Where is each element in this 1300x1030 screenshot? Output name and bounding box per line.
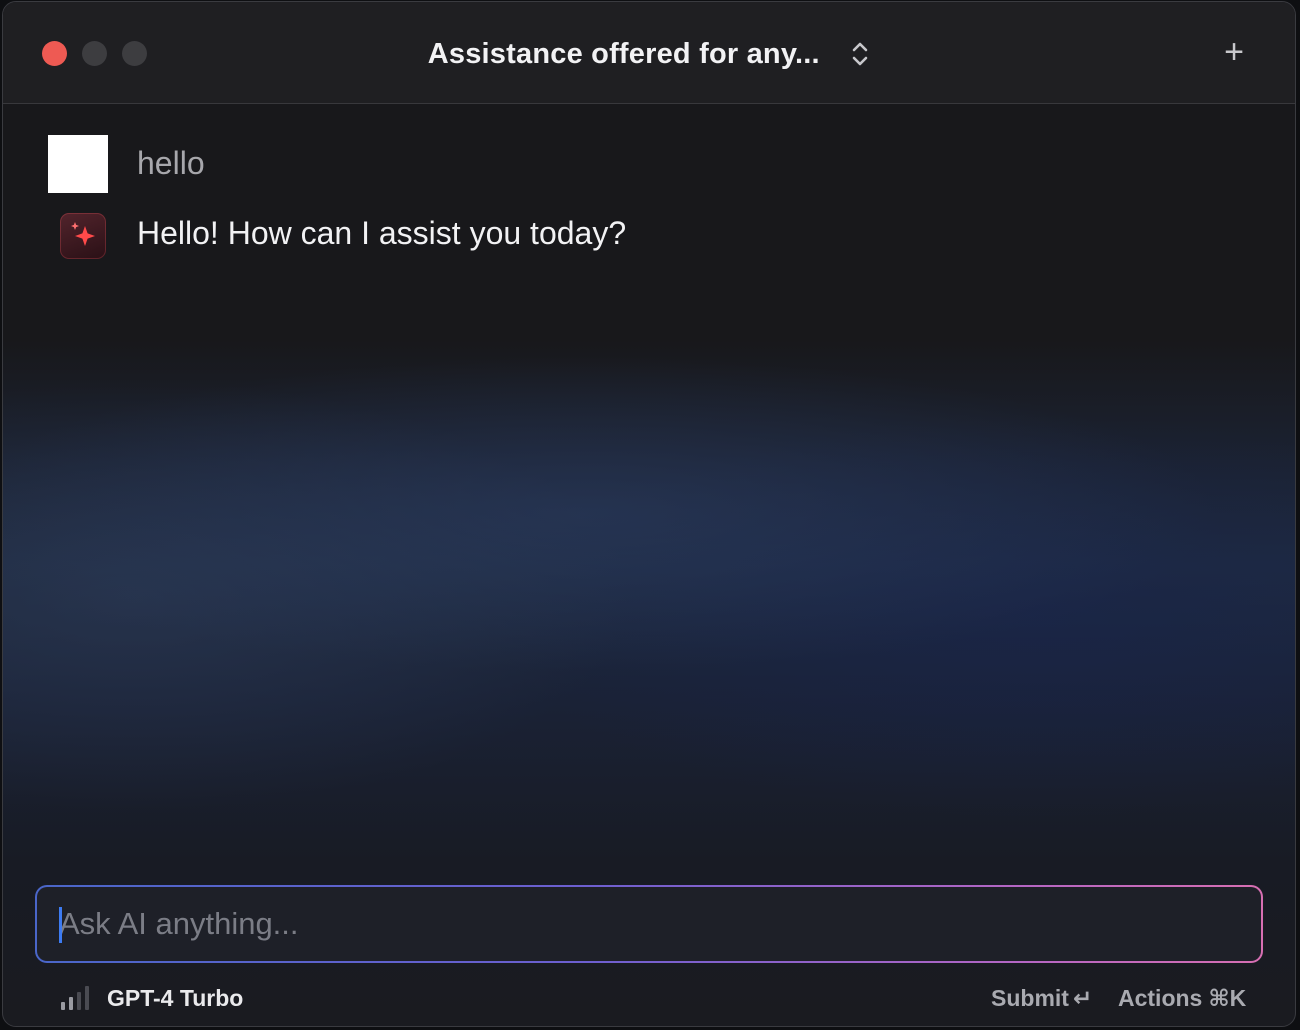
plus-icon: + [1224, 33, 1244, 71]
user-avatar [48, 135, 108, 193]
signal-bars-icon [61, 986, 89, 1010]
composer-footer: GPT-4 Turbo Submit ↵ Actions ⌘K [3, 977, 1295, 1021]
chat-title: Assistance offered for any... [427, 38, 820, 70]
chevron-up-down-icon [850, 39, 870, 69]
return-key-icon: ↵ [1072, 985, 1093, 1011]
text-caret [59, 907, 62, 943]
actions-label: Actions [1118, 985, 1203, 1011]
assistant-message: Hello! How can I assist you today? [48, 207, 1255, 267]
sparkle-icon [71, 222, 95, 246]
composer-border [35, 885, 1263, 963]
chat-title-switcher[interactable]: Assistance offered for any... [3, 32, 1295, 76]
user-message: hello [48, 135, 1255, 195]
assistant-message-text: Hello! How can I assist you today? [137, 215, 627, 251]
submit-label: Submit [991, 985, 1069, 1011]
title-bar: Assistance offered for any... + [3, 2, 1295, 104]
new-chat-button[interactable]: + [1217, 35, 1251, 69]
actions-shortcut: ⌘K [1208, 985, 1247, 1011]
user-message-text: hello [137, 145, 205, 181]
ask-ai-input[interactable] [59, 887, 1239, 961]
model-selector[interactable]: GPT-4 Turbo [107, 985, 243, 1012]
assistant-avatar [60, 213, 106, 259]
submit-button[interactable]: Submit ↵ [991, 985, 1092, 1012]
composer [37, 887, 1261, 961]
ai-chat-window: Assistance offered for any... + hello He… [2, 1, 1296, 1027]
actions-button[interactable]: Actions ⌘K [1118, 985, 1246, 1012]
